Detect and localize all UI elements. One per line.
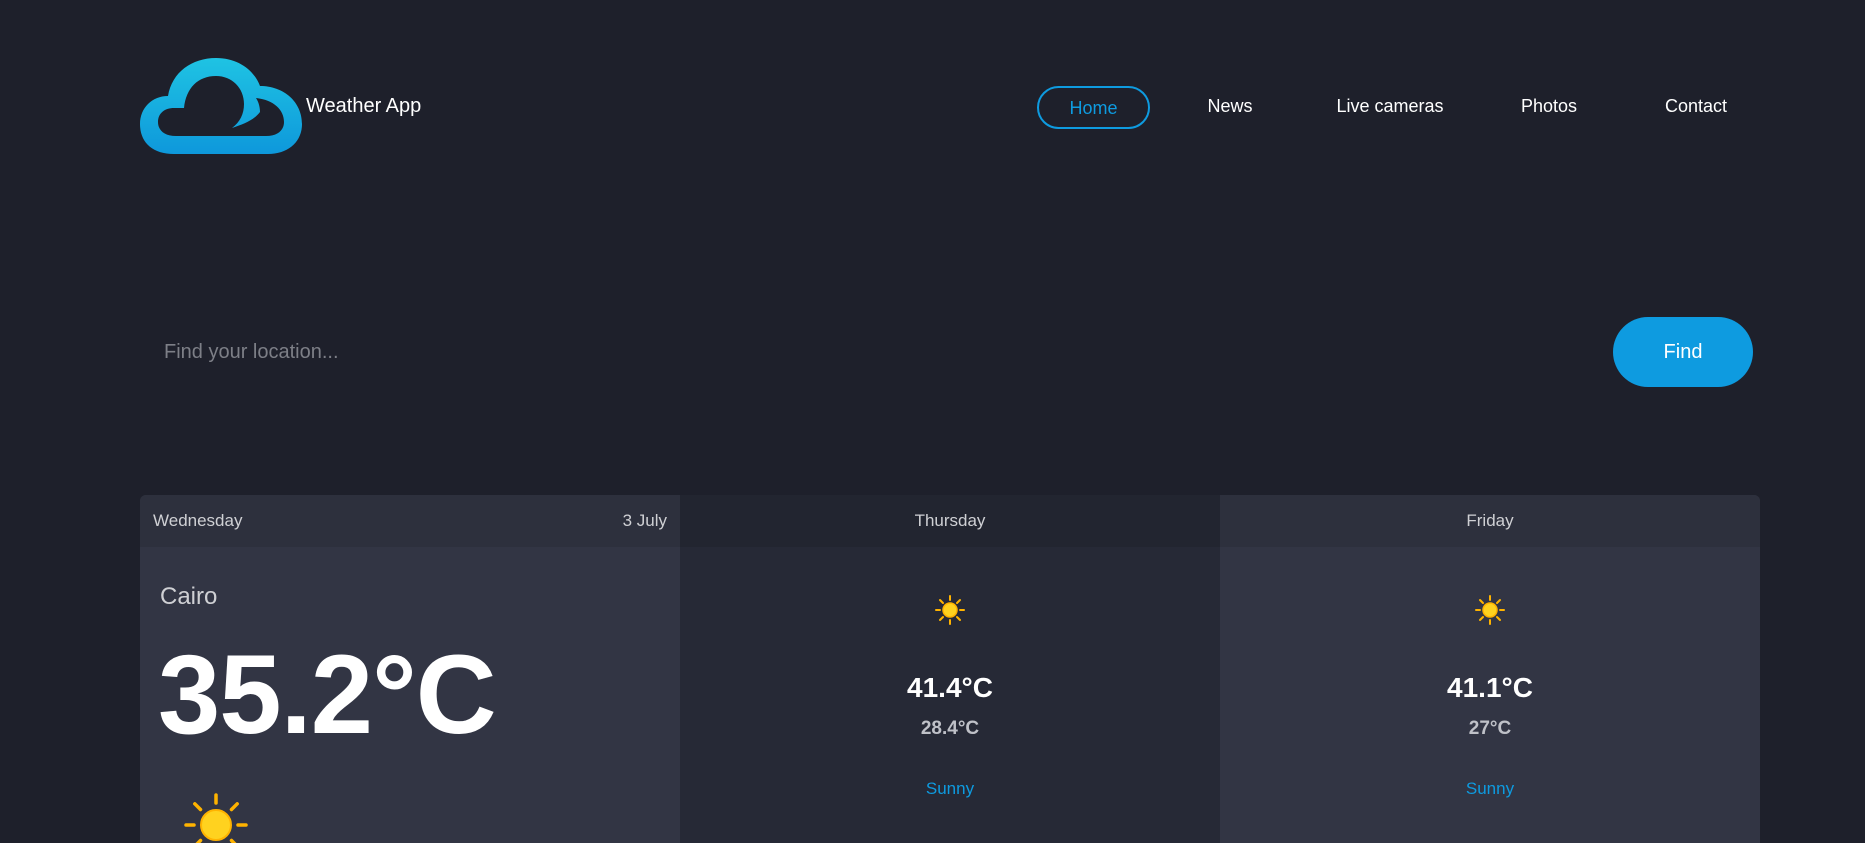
app-title: Weather App: [306, 95, 422, 117]
cloud-logo-icon: [140, 58, 302, 154]
forecast-day-header: Friday: [1220, 495, 1760, 547]
min-temperature: 27°C: [1468, 718, 1512, 739]
nav-live-cameras[interactable]: Live cameras: [1324, 86, 1456, 129]
min-temperature: 28.4°C: [920, 718, 980, 739]
sun-icon: [184, 793, 248, 843]
forecast-day: Friday: [1466, 511, 1514, 530]
max-temperature: 41.1°C: [1447, 672, 1533, 703]
weather-page: Weather App Home News Live cameras Photo…: [0, 0, 1865, 843]
logo[interactable]: [140, 58, 302, 156]
forecast-card-friday: Friday 41.1°C 27°C Sunny: [1220, 495, 1760, 843]
nav-home[interactable]: Home: [1037, 86, 1150, 129]
today-day: Wednesday: [153, 511, 243, 530]
find-button[interactable]: Find: [1613, 317, 1753, 387]
today-date: 3 July: [622, 511, 667, 530]
location-search-input[interactable]: [140, 317, 1600, 387]
sun-icon: [935, 595, 965, 625]
current-temperature: 35.2°C: [158, 632, 497, 757]
location-name: Cairo: [160, 583, 218, 610]
weather-condition: Sunny: [1465, 779, 1515, 798]
forecast-day-header: Thursday: [680, 495, 1220, 547]
sun-icon: [1475, 595, 1505, 625]
nav-photos[interactable]: Photos: [1509, 86, 1589, 129]
nav-contact[interactable]: Contact: [1651, 86, 1741, 129]
today-card: Wednesday 3 July Cairo 35.2°C: [140, 495, 680, 843]
forecast-panel: Wednesday 3 July Cairo 35.2°C Thursday 4…: [140, 495, 1760, 843]
today-header: Wednesday 3 July: [140, 495, 680, 547]
nav-news[interactable]: News: [1190, 86, 1270, 129]
max-temperature: 41.4°C: [907, 672, 993, 703]
forecast-card-thursday: Thursday 41.4°C 28.4°C Sunny: [680, 495, 1220, 843]
forecast-day: Thursday: [914, 511, 986, 530]
weather-condition: Sunny: [925, 779, 975, 798]
